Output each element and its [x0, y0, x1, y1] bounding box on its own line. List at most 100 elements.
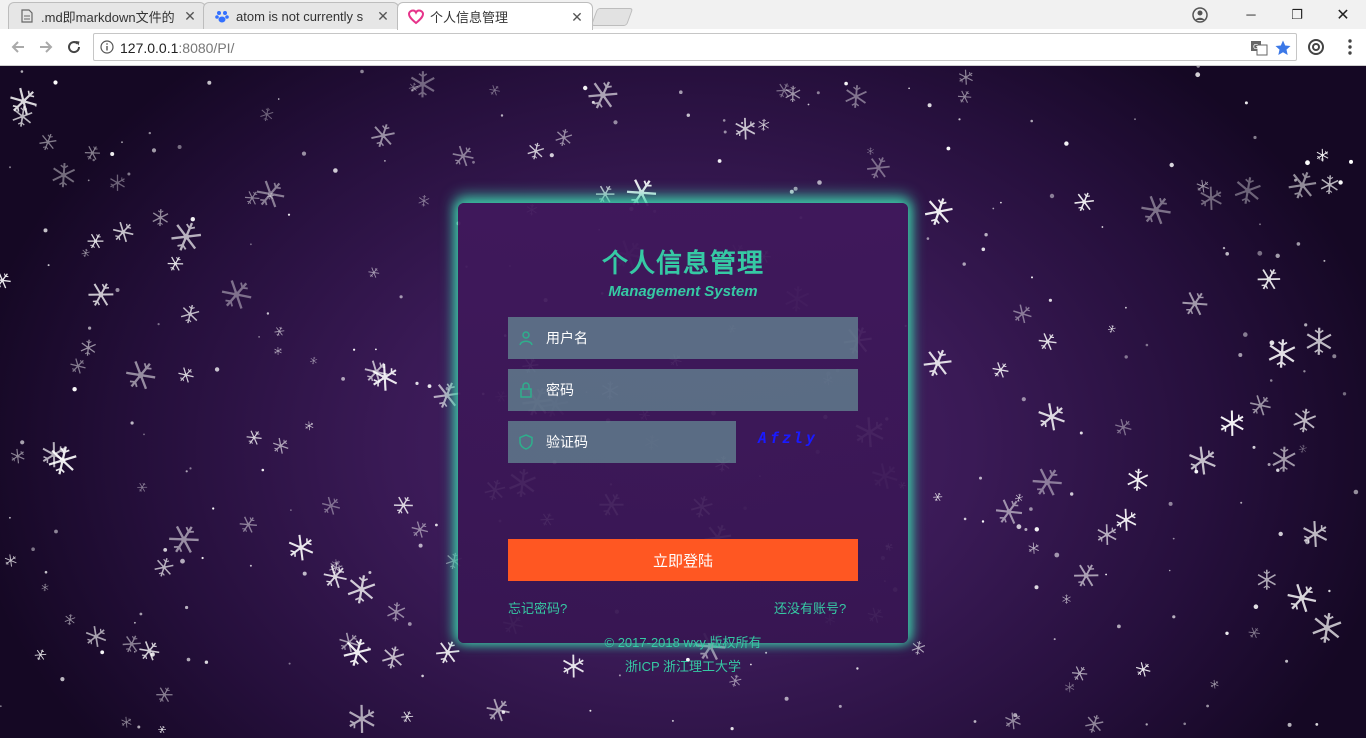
close-icon[interactable]: ✕	[183, 9, 197, 23]
snowflake	[481, 693, 515, 727]
snow-dot	[589, 709, 592, 712]
snowflake	[80, 247, 91, 259]
snow-dot	[1244, 101, 1248, 105]
snow-dot	[793, 186, 798, 191]
snow-dot	[1172, 615, 1176, 619]
snow-dot	[1145, 723, 1148, 726]
star-icon[interactable]	[1274, 39, 1292, 57]
snowflake	[757, 118, 770, 132]
new-tab-button[interactable]	[590, 8, 634, 26]
snow-dot	[201, 556, 204, 560]
snow-dot	[1194, 469, 1199, 474]
snow-dot	[31, 547, 35, 551]
snowflake	[554, 127, 574, 149]
menu-icon[interactable]	[1340, 37, 1360, 57]
snow-dot	[87, 179, 90, 182]
snowflake	[584, 75, 622, 115]
snow-dot	[963, 517, 967, 521]
snow-dot	[1048, 298, 1052, 302]
maximize-button[interactable]: ❐	[1274, 0, 1320, 29]
translate-icon[interactable]: G	[1250, 39, 1268, 57]
snowflake	[910, 639, 927, 657]
snow-dot	[472, 160, 475, 164]
snow-dot	[367, 646, 370, 649]
tab-atom[interactable]: atom is not currently s ✕	[203, 2, 399, 29]
forgot-password-link[interactable]: 忘记密码?	[508, 598, 567, 617]
snow-dot	[301, 151, 307, 156]
snow-dot	[186, 657, 191, 662]
captcha-image[interactable]: Afzly	[758, 429, 818, 451]
close-icon[interactable]: ✕	[376, 9, 390, 23]
snow-dot	[353, 348, 356, 351]
snow-dot	[115, 288, 120, 292]
snow-dot	[249, 564, 252, 567]
snow-dot	[613, 120, 618, 125]
password-input[interactable]	[546, 369, 846, 411]
tab-markdown[interactable]: .md即markdown文件的 ✕	[8, 2, 206, 29]
snow-dot	[43, 228, 48, 233]
snowflake	[1281, 577, 1322, 619]
snow-dot	[445, 387, 450, 391]
snow-dot	[1206, 704, 1209, 708]
login-button[interactable]: 立即登陆	[508, 539, 858, 581]
snow-dot	[277, 98, 280, 100]
snowflake	[1062, 680, 1077, 695]
snow-dot	[1053, 638, 1056, 641]
snow-dot	[53, 80, 58, 85]
username-input[interactable]	[546, 317, 846, 359]
snow-dot	[287, 213, 291, 216]
snow-dot	[1195, 72, 1201, 78]
snowflake	[1285, 166, 1320, 204]
address-bar[interactable]: 127.0.0.1:8080/PI/ G	[93, 33, 1297, 61]
snow-dot	[92, 158, 95, 162]
snow-dot	[679, 90, 683, 94]
snow-dot	[973, 720, 977, 723]
info-icon[interactable]	[100, 40, 114, 54]
snowflake	[273, 324, 286, 338]
snow-dot	[415, 381, 419, 385]
svg-text:G: G	[1253, 43, 1258, 51]
close-icon[interactable]: ✕	[570, 10, 584, 24]
snowflake	[1132, 659, 1154, 680]
extension-icon[interactable]	[1306, 37, 1326, 57]
snow-dot	[421, 674, 424, 678]
snow-dot	[157, 323, 160, 326]
snow-dot	[250, 243, 252, 246]
tab-personal-info[interactable]: 个人信息管理 ✕	[397, 2, 593, 30]
minimize-button[interactable]: ─	[1228, 0, 1274, 29]
snow-dot	[130, 421, 134, 425]
profile-icon[interactable]	[1190, 5, 1210, 25]
snow-dot	[1315, 723, 1319, 726]
snow-dot	[844, 81, 848, 86]
snow-dot	[1294, 178, 1297, 182]
close-window-button[interactable]: ✕	[1320, 0, 1366, 29]
snow-dot	[717, 159, 722, 163]
snow-dot	[946, 146, 951, 151]
forward-icon[interactable]	[36, 37, 56, 57]
snowflake	[1297, 443, 1308, 455]
snow-dot	[1034, 585, 1039, 590]
snowflake	[303, 419, 316, 432]
snow-dot	[591, 100, 595, 104]
snowflake	[342, 700, 382, 738]
snow-dot	[1049, 193, 1055, 199]
captcha-input[interactable]	[546, 421, 726, 463]
password-field[interactable]	[508, 369, 858, 411]
register-link[interactable]: 还没有账号?	[774, 598, 846, 617]
snowflake	[1182, 441, 1223, 480]
snow-dot	[1275, 253, 1280, 258]
snow-dot	[407, 622, 412, 626]
snowflake	[1291, 406, 1318, 435]
back-icon[interactable]	[8, 37, 28, 57]
snowflake	[1246, 624, 1262, 641]
snow-dot	[333, 168, 338, 173]
reload-icon[interactable]	[64, 37, 84, 57]
snow-dot	[1183, 722, 1186, 726]
captcha-field[interactable]	[508, 421, 736, 463]
snowflake	[1271, 445, 1297, 474]
snowflake	[1035, 329, 1060, 355]
snow-dot	[88, 326, 92, 330]
snow-dot	[427, 384, 432, 388]
snow-dot	[1342, 392, 1347, 396]
username-field[interactable]	[508, 317, 858, 359]
